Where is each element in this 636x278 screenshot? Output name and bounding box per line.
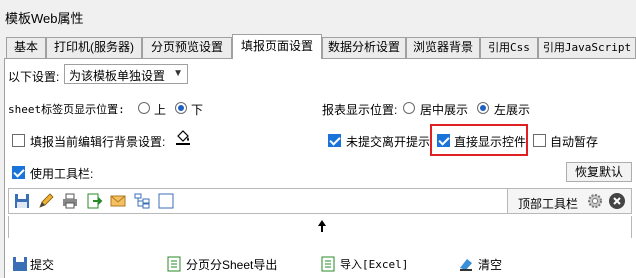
toolbar-preview (8, 188, 508, 214)
close-icon[interactable] (608, 192, 626, 210)
title-bar: 模板Web属性 (0, 0, 636, 32)
report-left-radio[interactable] (477, 102, 489, 114)
scope-label: 以下设置: (8, 70, 60, 84)
unsubmitted-warn-checkbox[interactable] (328, 134, 341, 147)
fill-bg-label: 填报当前编辑行背景设置: (30, 135, 166, 149)
direct-show-checkbox[interactable] (437, 134, 450, 147)
edit-icon[interactable] (37, 192, 55, 210)
chevron-down-icon: ▼ (173, 68, 183, 79)
tab-page-preview[interactable]: 分页预览设置 (142, 37, 232, 58)
fill-bg-checkbox[interactable] (12, 134, 25, 147)
direct-show-label: 直接显示控件 (454, 135, 527, 149)
structure-icon[interactable] (133, 192, 151, 210)
paint-bucket-icon[interactable] (174, 128, 192, 146)
tab-browser-bg[interactable]: 浏览器背景 (406, 37, 480, 58)
blank-icon[interactable] (157, 192, 175, 210)
sheet-tab-position-label: sheet标签页显示位置: (8, 103, 125, 116)
report-position-label: 报表显示位置: (322, 103, 398, 117)
tab-css[interactable]: 引用Css (480, 37, 538, 58)
export-sheet-icon (166, 256, 182, 272)
gear-icon[interactable] (586, 192, 604, 210)
arrow-up-icon[interactable] (317, 219, 327, 236)
top-toolbar-label: 顶部工具栏 (518, 197, 579, 211)
toolbar-settings-strip: 顶部工具栏 (508, 188, 632, 214)
scope-select-value: 为该模板单独设置 (69, 69, 166, 83)
report-left-label: 左展示 (494, 103, 531, 117)
tab-javascript[interactable]: 引用JavaScript (538, 37, 636, 58)
tab-basic[interactable]: 基本 (6, 37, 46, 58)
list-item[interactable]: 导入[Excel] (340, 256, 408, 272)
clear-icon (458, 256, 474, 272)
settings-panel (4, 58, 636, 278)
sheet-tab-bottom-label: 下 (191, 103, 204, 117)
sheet-tab-top-label: 上 (154, 103, 167, 117)
scope-select[interactable]: 为该模板单独设置 ▼ (64, 64, 188, 84)
report-center-radio[interactable] (403, 102, 415, 114)
print-icon[interactable] (61, 192, 79, 210)
auto-save-checkbox[interactable] (533, 134, 546, 147)
email-icon[interactable] (109, 192, 127, 210)
save-icon[interactable] (13, 192, 31, 210)
list-item[interactable]: 分页分Sheet导出 (186, 256, 277, 273)
list-item[interactable]: 清空 (478, 256, 502, 273)
tab-fill-page[interactable]: 填报页面设置 (232, 34, 322, 59)
move-row (8, 216, 632, 238)
sheet-tab-bottom-radio[interactable] (175, 102, 187, 114)
submit-icon (12, 256, 28, 272)
tab-data-analysis[interactable]: 数据分析设置 (322, 37, 406, 58)
use-toolbar-checkbox[interactable] (12, 166, 25, 179)
tab-printer[interactable]: 打印机(服务器) (46, 37, 142, 58)
list-item[interactable]: 提交 (30, 256, 54, 273)
unsubmitted-warn-label: 未提交离开提示 (346, 135, 431, 149)
available-buttons-list: 提交 分页分Sheet导出 导入[Excel] 清空 (8, 248, 632, 278)
reset-button[interactable]: 恢复默认 (566, 162, 632, 182)
auto-save-label: 自动暂存 (550, 135, 599, 149)
tab-bar: 基本 打印机(服务器) 分页预览设置 填报页面设置 数据分析设置 浏览器背景 引… (0, 34, 636, 59)
window-title: 模板Web属性 (5, 11, 84, 26)
sheet-tab-top-radio[interactable] (138, 102, 150, 114)
import-excel-icon (320, 256, 336, 272)
use-toolbar-label: 使用工具栏: (30, 167, 94, 181)
report-center-label: 居中展示 (420, 103, 469, 117)
export-icon[interactable] (85, 192, 103, 210)
